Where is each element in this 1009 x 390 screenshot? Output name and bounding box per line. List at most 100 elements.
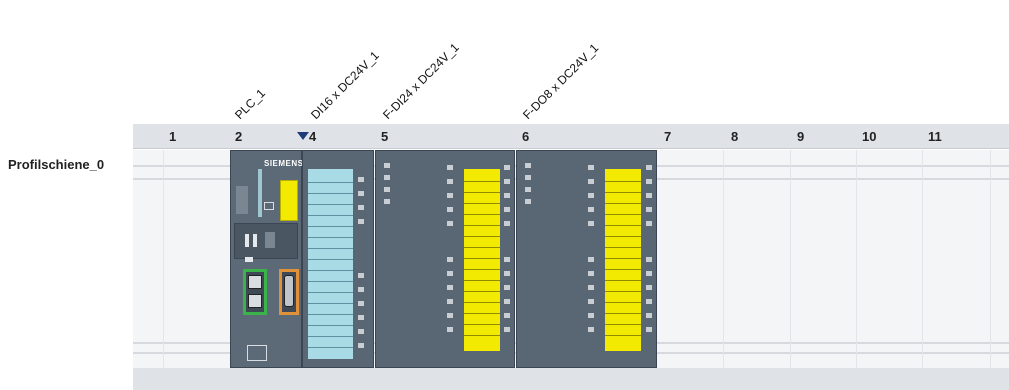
channel-divider: [464, 192, 500, 193]
channel-divider: [464, 280, 500, 281]
terminal-icon: [384, 199, 390, 204]
channel-divider: [308, 281, 353, 282]
module-fdo8[interactable]: [516, 150, 657, 368]
terminal-icon: [358, 219, 364, 224]
siemens-logo: SIEMENS: [264, 159, 304, 168]
sub-d-connector-icon: [284, 275, 294, 307]
terminal-icon: [358, 329, 364, 334]
terminal-icon: [504, 271, 510, 276]
terminal-icon: [588, 313, 594, 318]
terminal-icon: [447, 271, 453, 276]
slot-number-2[interactable]: 2: [235, 129, 242, 144]
profibus-port-group: [279, 269, 299, 315]
channel-divider: [308, 325, 353, 326]
slot-number-7[interactable]: 7: [664, 129, 671, 144]
terminal-icon: [447, 327, 453, 332]
terminal-icon: [358, 177, 364, 182]
slot-divider: [856, 150, 857, 368]
terminal-icon: [588, 207, 594, 212]
channel-divider: [308, 193, 353, 194]
channel-divider: [605, 302, 641, 303]
memory-card-slot: [280, 180, 298, 221]
terminal-icon: [504, 165, 510, 170]
ethernet-port-icon: [248, 294, 262, 308]
terminal-icon: [504, 257, 510, 262]
terminal-icon: [525, 187, 531, 192]
terminal-icon: [588, 179, 594, 184]
channel-divider: [605, 225, 641, 226]
slot-number-6[interactable]: 6: [522, 129, 529, 144]
terminal-icon: [504, 285, 510, 290]
rail-name: Profilschiene_0: [8, 157, 105, 172]
channel-divider: [605, 269, 641, 270]
terminal-icon: [646, 285, 652, 290]
terminal-icon: [646, 221, 652, 226]
channel-divider: [605, 324, 641, 325]
insert-position-arrow-icon[interactable]: [297, 132, 309, 140]
channel-divider: [605, 247, 641, 248]
terminal-icon: [384, 175, 390, 180]
terminal-icon: [646, 327, 652, 332]
terminal-icon: [358, 343, 364, 348]
channel-divider: [605, 192, 641, 193]
slot-number-10[interactable]: 10: [862, 129, 876, 144]
terminal-icon: [588, 221, 594, 226]
terminal-icon: [504, 327, 510, 332]
module-label-plc: PLC_1: [232, 86, 268, 122]
terminal-icon: [447, 165, 453, 170]
terminal-icon: [525, 199, 531, 204]
terminal-icon: [447, 257, 453, 262]
channel-divider: [605, 280, 641, 281]
profinet-port-group: [243, 269, 267, 315]
terminal-icon: [588, 327, 594, 332]
slot-number-5[interactable]: 5: [381, 129, 388, 144]
channel-divider: [464, 269, 500, 270]
slot-divider: [163, 150, 164, 368]
slot-number-11[interactable]: 11: [928, 129, 942, 144]
terminal-icon: [588, 257, 594, 262]
slot-number-1[interactable]: 1: [169, 129, 176, 144]
terminal-icon: [447, 193, 453, 198]
slot-divider: [723, 150, 724, 368]
module-plc[interactable]: SIEMENS: [230, 150, 304, 368]
channel-divider: [308, 204, 353, 205]
terminal-icon: [646, 271, 652, 276]
slot-number-9[interactable]: 9: [797, 129, 804, 144]
module-di16[interactable]: [302, 150, 374, 368]
terminal-icon: [384, 187, 390, 192]
channel-divider: [308, 303, 353, 304]
terminal-icon: [646, 165, 652, 170]
rack-position-icon: [247, 345, 267, 361]
module-label-fdi24: F-DI24 x DC24V_1: [380, 40, 462, 122]
terminal-column: [447, 157, 453, 361]
terminal-icon: [447, 207, 453, 212]
rail-bottom-bar: [133, 368, 1009, 390]
terminal-icon: [646, 179, 652, 184]
terminal-icon: [646, 207, 652, 212]
terminal-icon: [588, 271, 594, 276]
slot-number-4[interactable]: 4: [309, 129, 316, 144]
channel-divider: [308, 336, 353, 337]
terminal-icon: [588, 285, 594, 290]
channel-divider: [308, 248, 353, 249]
channel-divider: [605, 313, 641, 314]
slot-divider: [990, 150, 991, 368]
terminal-icon: [588, 193, 594, 198]
terminal-icon: [525, 163, 531, 168]
channel-divider: [464, 291, 500, 292]
terminal-icon: [646, 257, 652, 262]
channel-divider: [605, 335, 641, 336]
channel-divider: [464, 335, 500, 336]
slot-divider: [922, 150, 923, 368]
channel-divider: [605, 214, 641, 215]
terminal-icon: [358, 205, 364, 210]
terminal-icon: [358, 273, 364, 278]
mode-switch-icon: [245, 234, 249, 247]
slot-number-8[interactable]: 8: [731, 129, 738, 144]
terminal-icon: [447, 221, 453, 226]
terminal-column: [646, 157, 652, 361]
terminal-icon: [358, 301, 364, 306]
module-fdi24[interactable]: [375, 150, 515, 368]
terminal-icon: [646, 299, 652, 304]
channel-divider: [308, 215, 353, 216]
